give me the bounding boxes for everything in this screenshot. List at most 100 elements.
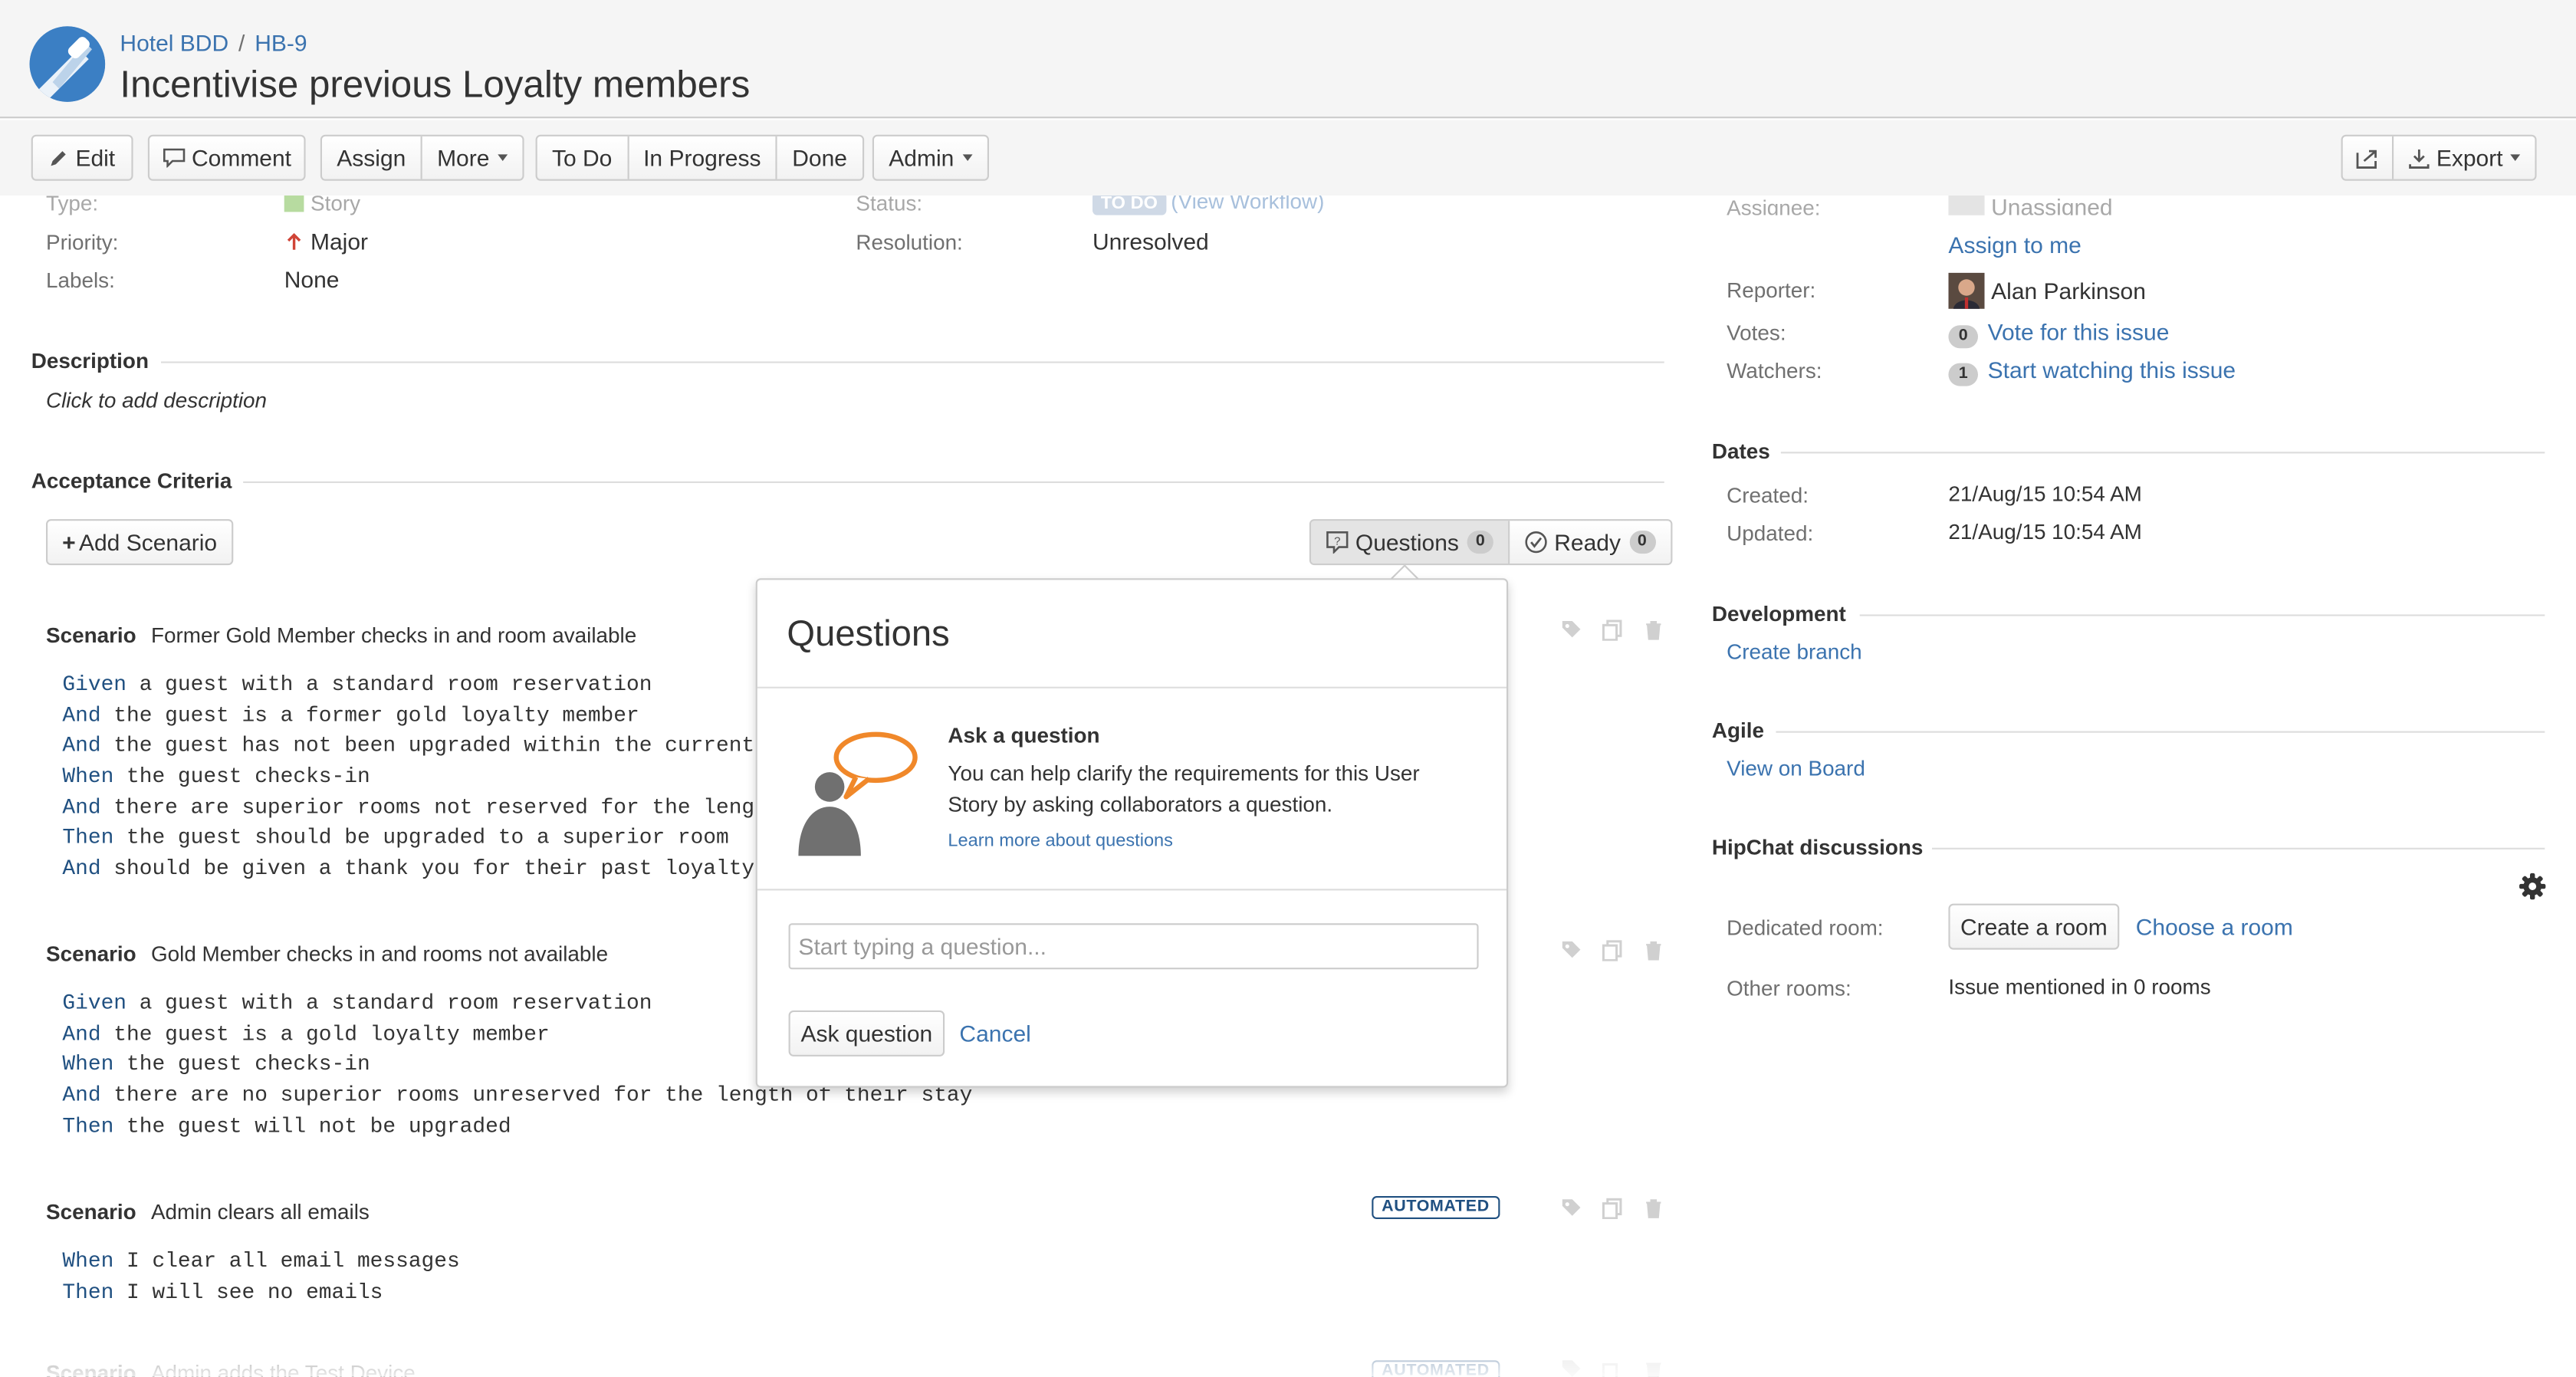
votes-label: Votes: xyxy=(1727,320,1786,345)
step-line: And there are superior rooms not reserve… xyxy=(62,795,754,820)
copy-icon[interactable] xyxy=(1602,1198,1623,1219)
scenario-keyword: Scenario xyxy=(46,1199,136,1224)
assign-button[interactable]: Assign xyxy=(322,136,422,179)
add-scenario-button[interactable]: + Add Scenario xyxy=(46,519,234,566)
step-line: Given a guest with a standard room reser… xyxy=(62,991,652,1015)
questions-count-badge: 0 xyxy=(1467,531,1493,554)
more-label: More xyxy=(437,144,490,171)
create-branch-link[interactable]: Create branch xyxy=(1727,639,1862,664)
ready-button[interactable]: Ready 0 xyxy=(1510,521,1671,564)
todo-transition-button[interactable]: To Do xyxy=(537,136,629,179)
priority-label: Priority: xyxy=(46,230,119,255)
step-keyword: And xyxy=(62,1021,101,1047)
view-on-board-link[interactable]: View on Board xyxy=(1727,756,1865,781)
issue-title[interactable]: Incentivise previous Loyalty members xyxy=(120,62,750,107)
copy-icon[interactable] xyxy=(1602,940,1623,961)
votes-count-badge: 0 xyxy=(1948,325,1978,349)
type-value: Story xyxy=(284,195,360,215)
export-button[interactable]: Export xyxy=(2394,136,2535,179)
questions-popup: Questions Ask a question You can help cl… xyxy=(755,578,1509,1088)
priority-value-text: Major xyxy=(310,228,369,255)
edit-button[interactable]: Edit xyxy=(31,134,133,181)
trash-icon[interactable] xyxy=(1643,940,1664,961)
watch-link[interactable]: Start watching this issue xyxy=(1988,357,2236,383)
questions-button[interactable]: ? Questions 0 xyxy=(1311,521,1510,564)
step-text: should be given a thank you for their pa… xyxy=(100,856,755,881)
agile-heading[interactable]: Agile xyxy=(1712,718,1764,742)
chevron-down-icon xyxy=(2511,154,2522,161)
tag-icon[interactable] xyxy=(1561,1198,1582,1219)
vote-link[interactable]: Vote for this issue xyxy=(1988,319,2170,345)
other-rooms-label: Other rooms: xyxy=(1727,975,1852,1001)
questions-label: Questions xyxy=(1355,529,1459,556)
labels-value[interactable]: None xyxy=(284,266,340,292)
dates-heading[interactable]: Dates xyxy=(1712,439,1770,463)
share-button[interactable] xyxy=(2343,136,2394,179)
done-transition-button[interactable]: Done xyxy=(777,136,862,179)
automated-badge: AUTOMATED xyxy=(1372,1360,1500,1377)
description-placeholder[interactable]: Click to add description xyxy=(46,388,267,412)
scenario-title[interactable]: Scenario Admin adds the Test Device xyxy=(46,1360,416,1376)
acceptance-criteria-heading[interactable]: Acceptance Criteria xyxy=(31,468,232,493)
automated-badge: AUTOMATED xyxy=(1372,1196,1500,1219)
choose-room-link[interactable]: Choose a room xyxy=(2136,913,2293,939)
admin-button[interactable]: Admin xyxy=(874,136,987,179)
step-line: Given a guest with a standard room reser… xyxy=(62,672,652,696)
scenario-keyword: Scenario xyxy=(46,623,136,648)
trash-icon[interactable] xyxy=(1643,1198,1664,1219)
dates-divider xyxy=(1780,452,2545,454)
project-logo-icon[interactable] xyxy=(29,26,106,102)
cancel-link[interactable]: Cancel xyxy=(959,1020,1030,1047)
ready-count-badge: 0 xyxy=(1628,531,1655,554)
gear-icon[interactable] xyxy=(2518,873,2546,900)
step-line: And the guest is a gold loyalty member xyxy=(62,1022,549,1047)
more-button[interactable]: More xyxy=(422,136,523,179)
step-keyword: Then xyxy=(62,824,114,850)
reporter-label: Reporter: xyxy=(1727,278,1816,303)
create-room-button[interactable]: Create a room xyxy=(1948,903,2120,950)
assign-to-me-link[interactable]: Assign to me xyxy=(1948,232,2081,258)
details-row-type-status: Type: Story Status: TO DO (View Workflow… xyxy=(0,195,1709,215)
view-workflow-link[interactable]: (View Workflow) xyxy=(1171,196,1324,214)
comment-label: Comment xyxy=(191,144,292,171)
breadcrumb-project-link[interactable]: Hotel BDD xyxy=(120,30,228,56)
description-heading[interactable]: Description xyxy=(31,348,149,373)
scenario-title[interactable]: Scenario Former Gold Member checks in and… xyxy=(46,623,636,647)
popup-title: Questions xyxy=(787,613,950,654)
tag-icon[interactable] xyxy=(1561,619,1582,641)
breadcrumb-issue-key-link[interactable]: HB-9 xyxy=(255,30,307,56)
hipchat-heading[interactable]: HipChat discussions xyxy=(1712,835,1924,859)
status-value: TO DO (View Workflow) xyxy=(1092,195,1324,215)
other-rooms-value: Issue mentioned in 0 rooms xyxy=(1948,974,2211,999)
tag-icon[interactable] xyxy=(1561,1359,1582,1377)
comment-button[interactable]: Comment xyxy=(147,134,306,181)
scenario-title[interactable]: Scenario Admin clears all emails xyxy=(46,1199,370,1224)
copy-icon[interactable] xyxy=(1602,619,1623,641)
step-line: When the guest checks-in xyxy=(62,1051,370,1076)
step-line: Then the guest will not be upgraded xyxy=(62,1114,511,1139)
step-keyword: Given xyxy=(62,672,127,697)
watchers-label: Watchers: xyxy=(1727,358,1822,383)
tag-icon[interactable] xyxy=(1561,940,1582,961)
step-keyword: And xyxy=(62,856,101,881)
ask-question-button[interactable]: Ask question xyxy=(788,1010,945,1057)
development-heading[interactable]: Development xyxy=(1712,601,1846,626)
copy-icon[interactable] xyxy=(1602,1359,1623,1377)
question-input[interactable]: Start typing a question... xyxy=(788,923,1479,970)
step-keyword: Then xyxy=(62,1113,114,1139)
admin-group: Admin xyxy=(872,134,989,181)
assignee-label: Assignee: xyxy=(1727,195,1821,215)
scenario-title[interactable]: Scenario Gold Member checks in and rooms … xyxy=(46,942,608,966)
trash-icon[interactable] xyxy=(1643,1359,1664,1377)
step-keyword: And xyxy=(62,732,101,758)
step-line: Then the guest should be upgraded to a s… xyxy=(62,825,728,850)
step-line: And the guest is a former gold loyalty m… xyxy=(62,703,639,728)
in-progress-transition-button[interactable]: In Progress xyxy=(629,136,777,179)
learn-more-link[interactable]: Learn more about questions xyxy=(948,831,1173,851)
trash-icon[interactable] xyxy=(1643,619,1664,641)
step-text: the guest checks-in xyxy=(113,764,370,789)
assignee-value-text: Unassigned xyxy=(1991,195,2113,215)
workflow-group: To Do In Progress Done xyxy=(535,134,864,181)
story-icon xyxy=(284,195,304,212)
reporter-value[interactable]: Alan Parkinson xyxy=(1948,272,2146,309)
